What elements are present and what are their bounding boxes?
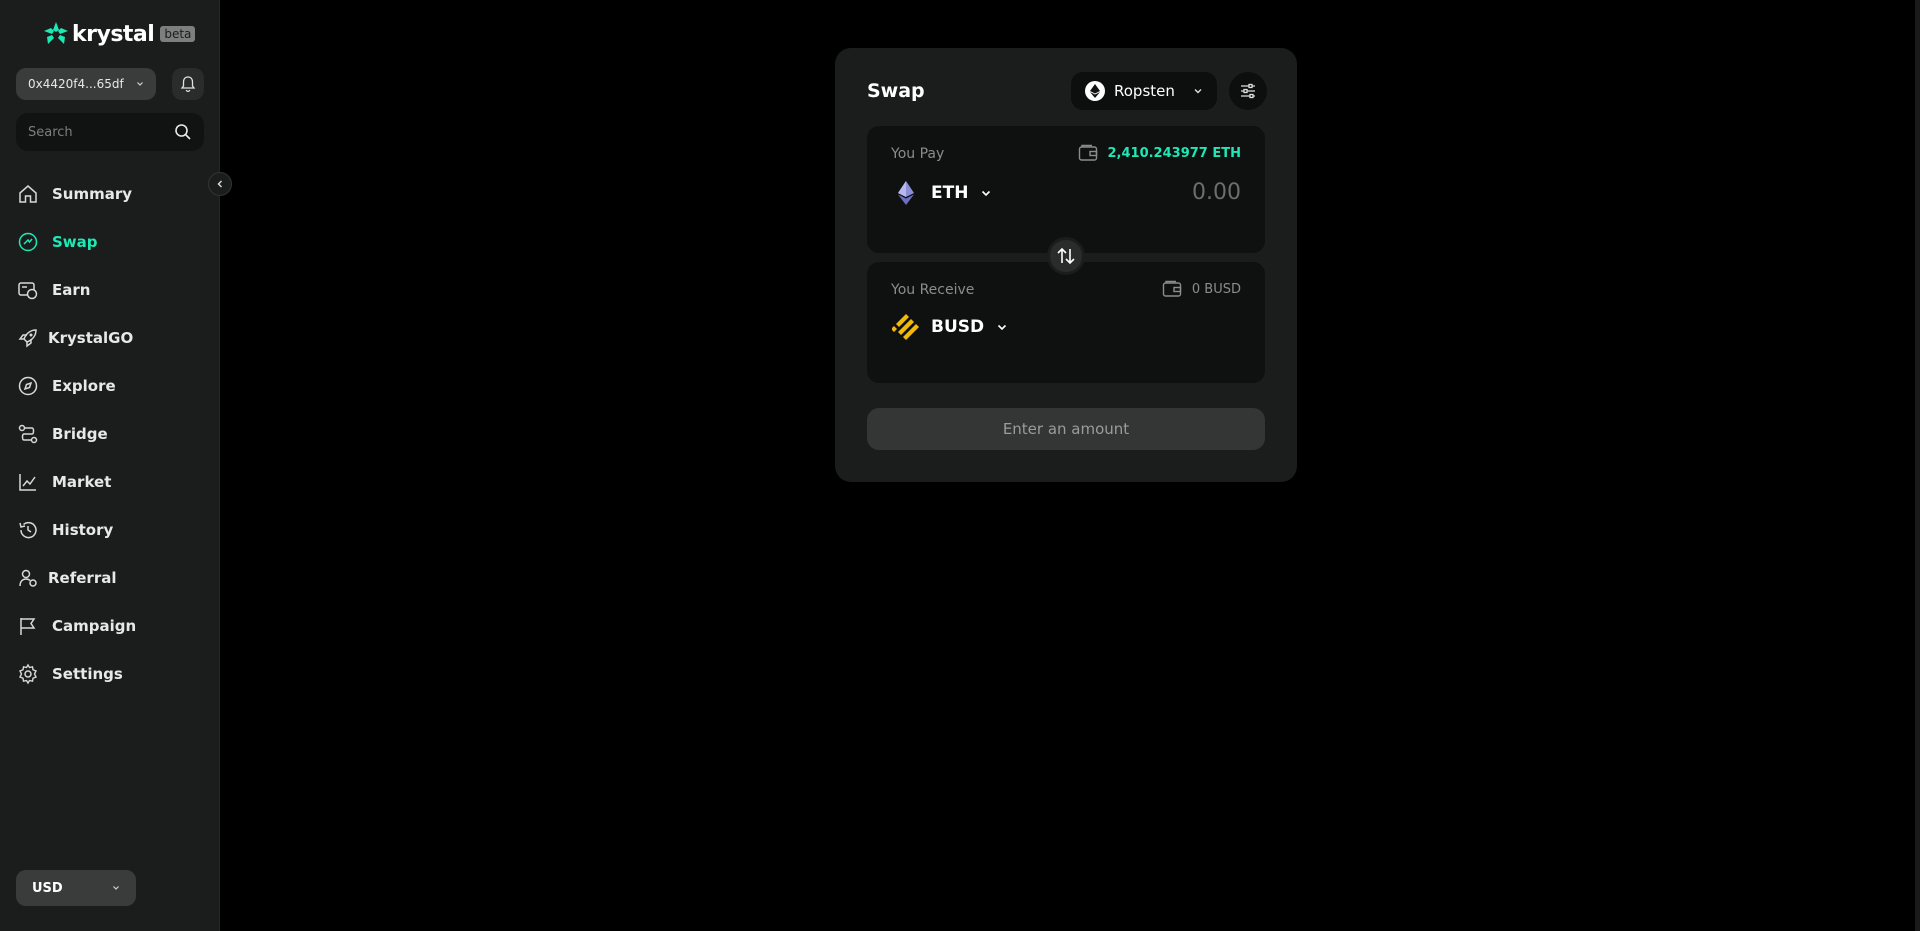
wallet-icon	[1162, 280, 1182, 297]
swap-icon	[16, 230, 40, 254]
currency-dropdown[interactable]: USD	[16, 870, 136, 906]
compass-icon	[16, 374, 40, 398]
krystal-logo-icon	[44, 22, 68, 44]
notifications-button[interactable]	[172, 68, 204, 100]
page-title: Swap	[867, 80, 925, 102]
sidebar-item-explore[interactable]: Explore	[0, 362, 220, 410]
chevron-down-icon	[998, 324, 1007, 331]
sidebar-item-label: Explore	[52, 377, 116, 395]
sidebar-item-label: Swap	[52, 233, 98, 251]
sidebar-item-earn[interactable]: Earn	[0, 266, 220, 314]
bell-icon	[180, 76, 196, 93]
pay-balance-value: 2,410.243977 ETH	[1107, 145, 1242, 161]
chevron-down-icon	[1194, 89, 1202, 94]
chevron-left-icon	[217, 180, 222, 188]
swap-arrows-icon	[1057, 247, 1075, 265]
sidebar-item-swap[interactable]: Swap	[0, 218, 220, 266]
sidebar-item-label: Earn	[52, 281, 91, 299]
switch-tokens-button[interactable]	[1047, 237, 1085, 275]
search-box	[16, 113, 204, 151]
bridge-icon	[16, 422, 40, 446]
sidebar-item-label: Bridge	[52, 425, 108, 443]
pay-balance[interactable]: 2,410.243977 ETH	[1078, 144, 1242, 162]
receive-token-selector[interactable]: BUSD	[891, 312, 1008, 342]
pay-token-symbol: ETH	[931, 183, 969, 203]
wallet-address: 0x4420f4...65df	[28, 77, 124, 91]
sidebar-item-label: Campaign	[52, 617, 137, 635]
home-icon	[16, 182, 40, 206]
sidebar-item-krystalgo[interactable]: KrystalGO	[0, 314, 220, 362]
history-icon	[16, 518, 40, 542]
eth-token-icon	[891, 178, 921, 208]
ethereum-icon	[1085, 81, 1105, 101]
sidebar: krystal beta 0x4420f4...65df Summary	[0, 0, 220, 931]
collapse-sidebar-button[interactable]	[208, 172, 232, 196]
network-selector[interactable]: Ropsten	[1071, 72, 1217, 110]
sidebar-item-label: KrystalGO	[48, 329, 134, 347]
sidebar-item-bridge[interactable]: Bridge	[0, 410, 220, 458]
pay-token-selector[interactable]: ETH	[891, 178, 992, 208]
beta-badge: beta	[160, 26, 196, 42]
wallet-icon	[1078, 144, 1097, 161]
sidebar-item-history[interactable]: History	[0, 506, 220, 554]
network-name: Ropsten	[1114, 82, 1175, 100]
receive-panel: You Receive 0 BUSD BUSD	[867, 262, 1265, 383]
chevron-down-icon	[113, 886, 119, 890]
wallet-address-dropdown[interactable]: 0x4420f4...65df	[16, 68, 156, 100]
sidebar-item-market[interactable]: Market	[0, 458, 220, 506]
receive-balance: 0 BUSD	[1162, 280, 1241, 298]
sidebar-item-label: Market	[52, 473, 112, 491]
currency-value: USD	[32, 880, 63, 896]
sidebar-item-referral[interactable]: Referral	[0, 554, 220, 602]
rocket-icon	[16, 326, 40, 350]
flag-icon	[16, 614, 40, 638]
sidebar-item-summary[interactable]: Summary	[0, 170, 220, 218]
receive-token-symbol: BUSD	[931, 317, 985, 337]
earn-icon	[16, 278, 40, 302]
search-input[interactable]	[28, 124, 168, 140]
sidebar-item-campaign[interactable]: Campaign	[0, 602, 220, 650]
pay-panel: You Pay 2,410.243977 ETH ETH	[867, 126, 1265, 253]
search-icon[interactable]	[174, 123, 192, 141]
swap-card: Swap Ropsten You Pay 2,410.243977 ETH ET…	[835, 48, 1297, 482]
sidebar-item-label: Referral	[48, 569, 117, 587]
sidebar-item-settings[interactable]: Settings	[0, 650, 220, 698]
chart-icon	[16, 470, 40, 494]
pay-label: You Pay	[891, 146, 945, 162]
gear-icon	[16, 662, 40, 686]
referral-icon	[16, 566, 40, 590]
page-scrollbar[interactable]	[1915, 0, 1920, 931]
enter-amount-button[interactable]: Enter an amount	[867, 408, 1265, 450]
receive-balance-value: 0 BUSD	[1191, 281, 1241, 297]
sidebar-item-label: History	[52, 521, 114, 539]
pay-amount-input[interactable]	[1041, 180, 1241, 205]
receive-label: You Receive	[891, 282, 975, 298]
chevron-down-icon	[137, 82, 143, 86]
sliders-icon	[1241, 83, 1255, 99]
swap-settings-button[interactable]	[1229, 72, 1267, 110]
brand-name: krystal	[72, 21, 155, 47]
busd-token-icon	[891, 312, 921, 342]
chevron-down-icon	[982, 190, 991, 197]
krystal-logo[interactable]: krystal beta	[42, 20, 196, 48]
sidebar-item-label: Settings	[52, 665, 123, 683]
main-nav: Summary Swap Earn KrystalGO Explore Brid…	[0, 170, 220, 698]
sidebar-item-label: Summary	[52, 185, 133, 203]
